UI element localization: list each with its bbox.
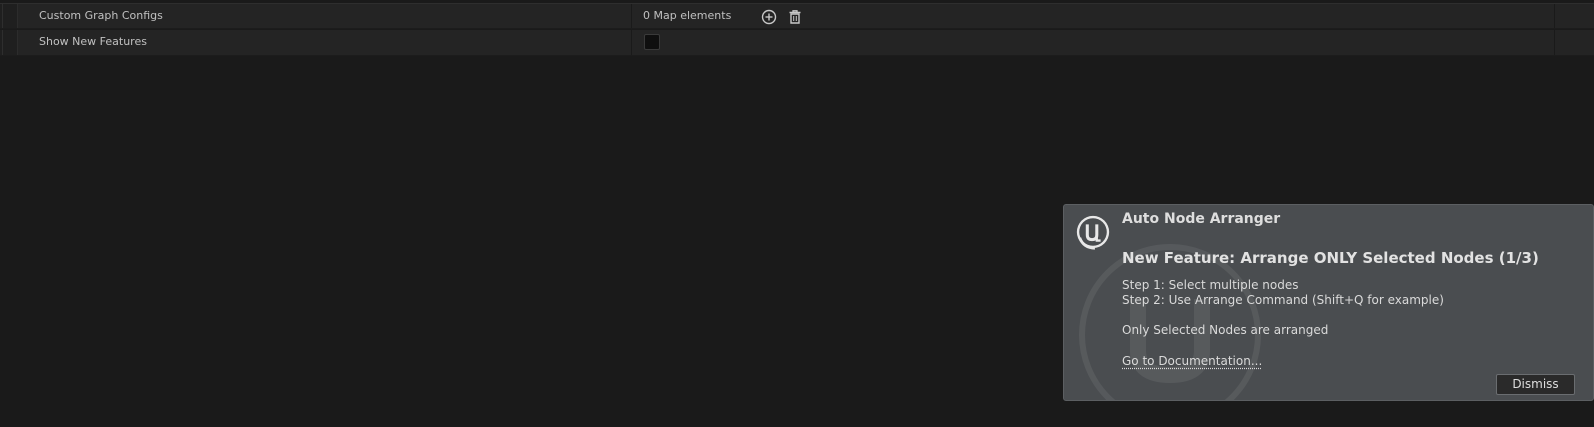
notification-title: Auto Node Arranger <box>1122 211 1281 227</box>
show-new-features-checkbox[interactable] <box>644 34 660 50</box>
unreal-engine-logo-icon <box>1076 215 1110 250</box>
column-splitter-right <box>1554 30 1555 55</box>
notification-note: Only Selected Nodes are arranged <box>1122 323 1329 337</box>
row-gutter <box>0 30 18 55</box>
notification-step-2: Step 2: Use Arrange Command (Shift+Q for… <box>1122 293 1444 307</box>
column-splitter[interactable] <box>631 30 632 55</box>
add-circle-icon[interactable] <box>760 8 778 26</box>
row-gutter <box>0 4 18 28</box>
map-elements-count: 0 Map elements <box>643 9 732 22</box>
notification-toast: Auto Node Arranger New Feature: Arrange … <box>1063 204 1594 401</box>
documentation-link[interactable]: Go to Documentation... <box>1122 354 1262 368</box>
property-row-show-new-features: Show New Features <box>0 30 1594 56</box>
dismiss-button[interactable]: Dismiss <box>1496 374 1575 395</box>
property-row-custom-graph-configs: Custom Graph Configs 0 Map elements <box>0 3 1594 29</box>
column-splitter[interactable] <box>631 4 632 28</box>
column-splitter-right <box>1554 4 1555 28</box>
editor-panel: Custom Graph Configs 0 Map elements Show… <box>0 0 1594 427</box>
trash-icon[interactable] <box>786 8 804 26</box>
property-table: Custom Graph Configs 0 Map elements Show… <box>0 0 1594 58</box>
notification-heading: New Feature: Arrange ONLY Selected Nodes… <box>1122 249 1539 267</box>
property-label: Show New Features <box>39 35 147 48</box>
property-label: Custom Graph Configs <box>39 9 163 22</box>
notification-step-1: Step 1: Select multiple nodes <box>1122 278 1299 292</box>
